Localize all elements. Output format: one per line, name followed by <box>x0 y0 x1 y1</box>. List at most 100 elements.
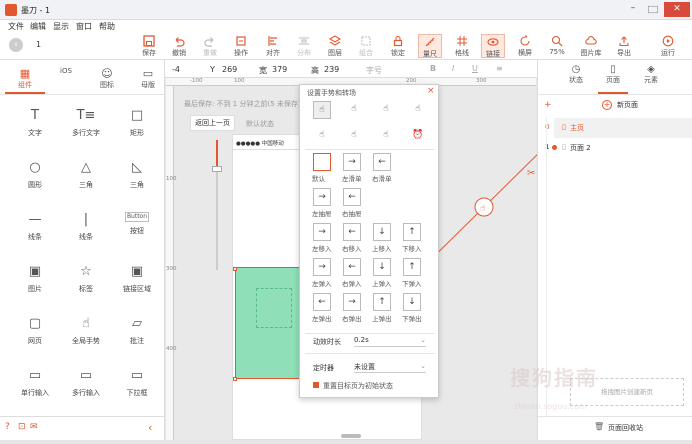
image-library-button[interactable]: 图片库 <box>579 34 603 58</box>
transition-option[interactable]: → <box>313 188 331 206</box>
drag-gesture-icon[interactable]: ☝ <box>313 127 331 145</box>
alarm-icon[interactable]: ⏰ <box>409 127 427 145</box>
timer-select[interactable]: 未设置 ⌄ <box>354 362 426 373</box>
run-button[interactable]: 运行 <box>656 34 680 58</box>
redo-button[interactable]: 重做 <box>198 34 222 58</box>
component-item[interactable]: ☝ 全局手势 <box>59 308 113 354</box>
menu-help[interactable]: 帮助 <box>99 21 115 32</box>
component-item[interactable]: | 线条 <box>59 204 113 250</box>
selected-hotspot[interactable] <box>235 267 301 379</box>
swipe-gesture-icon[interactable]: ☝ <box>409 101 427 119</box>
component-item[interactable]: ◺ 三角 <box>110 152 158 198</box>
undo-button[interactable]: 撤销 <box>167 34 191 58</box>
transition-option[interactable]: ← <box>343 188 361 206</box>
align-button[interactable]: 对齐 <box>261 34 285 58</box>
component-item[interactable]: ▭ 单行输入 <box>8 360 62 406</box>
trash-icon[interactable]: 🗑 <box>594 422 604 431</box>
component-item[interactable]: ▢ 网页 <box>8 308 62 354</box>
double-tap-gesture-icon[interactable]: ☝ <box>345 101 363 119</box>
lock-button[interactable]: 锁定 <box>386 34 410 58</box>
close-window-button[interactable]: ✕ <box>664 2 690 17</box>
add-page-icon[interactable]: + <box>602 100 612 110</box>
resize-handle[interactable] <box>233 377 237 381</box>
transition-option[interactable]: → <box>313 258 331 276</box>
component-item[interactable]: T 文字 <box>8 100 62 146</box>
transition-option[interactable]: ↑ <box>403 258 421 276</box>
back-to-previous-button[interactable]: 返回上一页 <box>190 115 235 131</box>
transition-option[interactable]: ← <box>373 153 391 171</box>
recycle-bin-button[interactable]: 页面回收站 <box>608 423 643 433</box>
back-nav-icon[interactable]: ‹ <box>9 38 23 52</box>
menu-file[interactable]: 文件 <box>8 21 24 32</box>
transition-option[interactable]: → <box>313 223 331 241</box>
tab-pages[interactable]: ▯ 页面 <box>598 64 628 94</box>
feedback-icon[interactable]: ⊡ <box>18 422 26 432</box>
maximize-button[interactable] <box>648 5 658 14</box>
landscape-button[interactable]: 横屏 <box>513 34 537 58</box>
y-value[interactable]: 269 <box>222 65 237 74</box>
reset-checkbox[interactable] <box>313 382 319 388</box>
component-item[interactable]: Button 按钮 <box>110 204 158 250</box>
transition-option[interactable]: ↑ <box>403 223 421 241</box>
duration-select[interactable]: 0.2s ⌄ <box>354 336 426 347</box>
message-icon[interactable]: ✉ <box>30 422 38 432</box>
component-item[interactable]: ▣ 图片 <box>8 256 62 302</box>
tab-masters[interactable]: ▭ 母版 <box>128 64 168 94</box>
transition-option[interactable]: → <box>343 293 361 311</box>
export-button[interactable]: 导出 <box>612 34 636 58</box>
close-icon[interactable]: × <box>427 86 435 96</box>
transition-option[interactable]: → <box>343 153 361 171</box>
page-item-2[interactable]: ▯ 页面 2 <box>554 140 692 156</box>
ruler-button[interactable]: 量尺 <box>418 34 442 58</box>
save-button[interactable]: 保存 <box>137 34 161 58</box>
tab-elements[interactable]: ◈ 元素 <box>636 64 666 92</box>
x-value[interactable]: -4 <box>172 65 180 74</box>
component-item[interactable]: ▭ 下拉框 <box>110 360 158 406</box>
component-item[interactable]: T≡ 多行文字 <box>59 100 113 146</box>
transition-option[interactable] <box>313 153 331 171</box>
link-button[interactable]: 链接 <box>481 34 505 58</box>
rotate-gesture-icon[interactable]: ☝ <box>377 127 395 145</box>
height-value[interactable]: 239 <box>324 65 339 74</box>
transition-option[interactable]: ↑ <box>373 293 391 311</box>
tab-components[interactable]: ▦ 组件 <box>5 64 45 94</box>
tap-gesture-icon[interactable]: ☝ <box>313 101 331 119</box>
component-item[interactable]: □ 矩形 <box>110 100 158 146</box>
transition-option[interactable]: ↓ <box>373 258 391 276</box>
new-page-button[interactable]: 新页面 <box>617 100 638 110</box>
pinch-gesture-icon[interactable]: ☝ <box>345 127 363 145</box>
menu-view[interactable]: 显示 <box>53 21 69 32</box>
underline-icon[interactable]: U <box>472 64 478 73</box>
transition-option[interactable]: ↓ <box>373 223 391 241</box>
bold-icon[interactable]: B <box>430 64 436 73</box>
operate-button[interactable]: 操作 <box>229 34 253 58</box>
component-item[interactable]: ▭ 多行输入 <box>59 360 113 406</box>
component-item[interactable]: — 线条 <box>8 204 62 250</box>
long-press-gesture-icon[interactable]: ☝ <box>377 101 395 119</box>
italic-icon[interactable]: I <box>452 64 454 73</box>
component-item[interactable]: ○ 圆形 <box>8 152 62 198</box>
distribute-button[interactable]: 分布 <box>292 34 316 58</box>
transition-option[interactable]: ← <box>343 223 361 241</box>
collapse-panel-icon[interactable]: ‹ <box>148 421 152 434</box>
text-align-icon[interactable]: ≡ <box>496 64 503 73</box>
page-item-home[interactable]: ▯ 主页 <box>554 118 692 138</box>
plus-icon[interactable]: + <box>544 100 552 110</box>
menu-window[interactable]: 窗口 <box>76 21 92 32</box>
help-icon[interactable]: ? <box>5 422 10 432</box>
menu-edit[interactable]: 编辑 <box>30 21 46 32</box>
component-item[interactable]: ▣ 链接区域 <box>110 256 158 302</box>
transition-option[interactable]: ↓ <box>403 293 421 311</box>
component-item[interactable]: △ 三角 <box>59 152 113 198</box>
zoom-slider-handle[interactable] <box>212 166 222 172</box>
zoom-button[interactable]: 75% <box>545 34 569 58</box>
transition-option[interactable]: ← <box>343 258 361 276</box>
component-item[interactable]: ☆ 标签 <box>59 256 113 302</box>
tab-ios[interactable]: iOS <box>46 64 86 94</box>
tab-icons[interactable]: ☺ 图标 <box>87 64 127 94</box>
tab-states[interactable]: ◷ 状态 <box>561 64 591 92</box>
scrollbar[interactable] <box>341 434 361 438</box>
transition-option[interactable]: ← <box>313 293 331 311</box>
minimize-button[interactable]: – <box>624 3 642 16</box>
width-value[interactable]: 379 <box>272 65 287 74</box>
